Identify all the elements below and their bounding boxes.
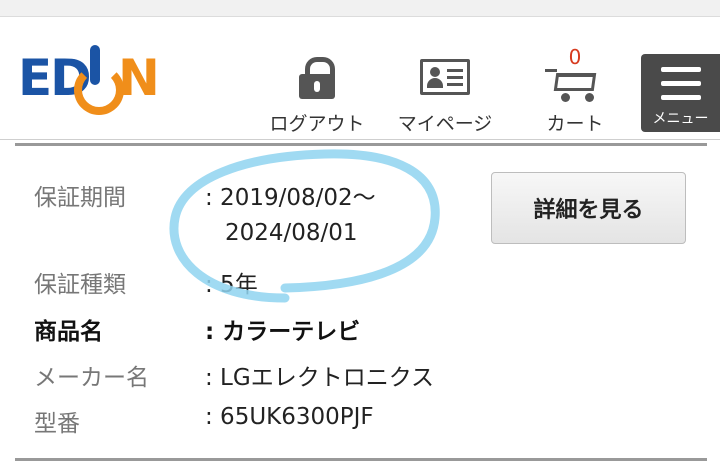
logout-button[interactable]: ログアウト <box>262 57 372 147</box>
product-name-value: : カラーテレビ <box>205 319 361 345</box>
logo-power-bar <box>90 45 100 85</box>
maker-name-value: : LGエレクトロニクス <box>205 365 435 391</box>
warranty-type-label: 保証種類 <box>34 272 126 298</box>
model-number-value: : 65UK6300PJF <box>205 404 374 430</box>
logo-text-n: N <box>118 49 160 107</box>
cart-icon <box>545 61 605 103</box>
hamburger-menu-icon <box>661 67 701 72</box>
product-name-label: 商品名 <box>34 319 103 345</box>
edion-logo[interactable]: ED N <box>18 45 188 115</box>
model-number-label: 型番 <box>34 411 80 437</box>
cart-button[interactable]: 0 カート <box>535 45 615 147</box>
mypage-button[interactable]: マイページ <box>390 57 500 147</box>
maker-name-label: メーカー名 <box>34 365 149 391</box>
warranty-type-value: : 5年 <box>205 272 258 298</box>
menu-label: メニュー <box>652 111 709 127</box>
cart-label: カート <box>546 113 604 135</box>
warranty-period-start: : 2019/08/02〜 <box>205 185 376 211</box>
warranty-period-end: 2024/08/01 <box>225 220 358 246</box>
menu-button[interactable]: メニュー <box>641 54 720 132</box>
mypage-label: マイページ <box>397 113 493 135</box>
top-strip <box>0 0 720 17</box>
member-card-icon <box>420 59 470 95</box>
site-header: ED N ログアウト マイページ 0 カート メニュー <box>0 17 720 140</box>
lock-icon <box>299 57 335 99</box>
logout-label: ログアウト <box>269 113 365 135</box>
warranty-period-label: 保証期間 <box>34 185 126 211</box>
view-details-button[interactable]: 詳細を見る <box>491 172 686 244</box>
